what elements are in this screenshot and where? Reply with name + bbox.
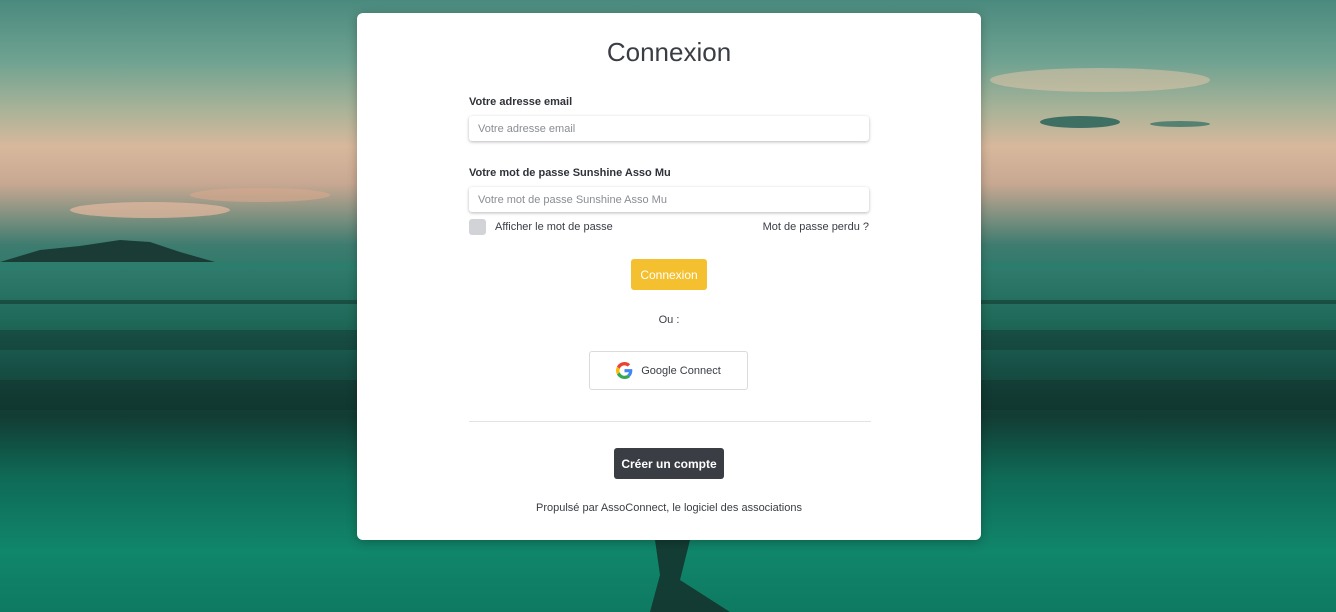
show-password-label: Afficher le mot de passe — [495, 221, 613, 233]
show-password-toggle[interactable]: Afficher le mot de passe — [469, 219, 613, 235]
divider — [469, 421, 871, 422]
password-label: Votre mot de passe Sunshine Asso Mu — [469, 167, 671, 179]
login-card: Connexion Votre adresse email Votre mot … — [357, 13, 981, 540]
show-password-checkbox[interactable] — [469, 219, 486, 235]
google-connect-button[interactable]: Google Connect — [589, 351, 748, 390]
email-field[interactable] — [469, 116, 869, 141]
password-field[interactable] — [469, 187, 869, 212]
login-button[interactable]: Connexion — [631, 259, 707, 290]
google-g-icon — [616, 362, 633, 379]
or-separator-text: Ou : — [658, 314, 680, 326]
email-label: Votre adresse email — [469, 96, 573, 108]
password-options-row: Afficher le mot de passe Mot de passe pe… — [469, 219, 869, 235]
forgot-password-link[interactable]: Mot de passe perdu ? — [763, 221, 869, 233]
create-account-button[interactable]: Créer un compte — [614, 448, 724, 479]
powered-by-text: Propulsé par AssoConnect, le logiciel de… — [536, 502, 802, 514]
google-connect-label: Google Connect — [641, 364, 721, 377]
page-title: Connexion — [606, 37, 732, 67]
